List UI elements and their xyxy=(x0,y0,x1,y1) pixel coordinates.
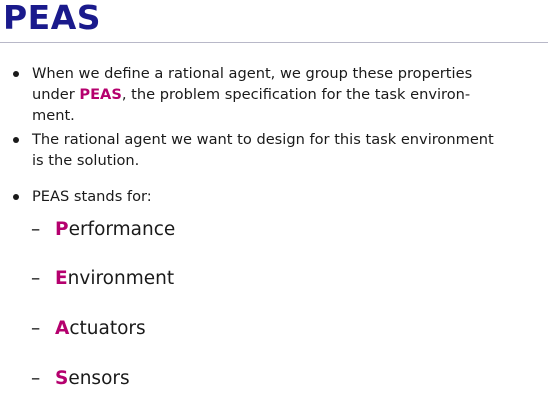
bullet-text: When we define a rational agent, we grou… xyxy=(32,63,538,126)
bullet-line: is the solution. xyxy=(32,152,140,169)
sub-item-sensors: – Sensors xyxy=(31,367,130,391)
bullet-dot-icon xyxy=(13,71,19,77)
sub-item-performance: – Performance xyxy=(31,218,175,242)
sub-item-rest: ctuators xyxy=(69,318,146,339)
peas-keyword: PEAS xyxy=(79,86,122,103)
bullet-text-fragment: , the problem specification for the task… xyxy=(121,86,471,103)
slide-title: PEAS xyxy=(3,0,102,37)
bullet-line: ment. xyxy=(32,107,75,124)
sub-item-initial: E xyxy=(55,268,68,289)
bullet-dot-icon xyxy=(13,194,19,200)
sub-item-initial: P xyxy=(55,219,69,240)
title-divider xyxy=(0,42,548,43)
bullet-dot-icon xyxy=(13,137,19,143)
dash-icon: – xyxy=(31,318,41,339)
bullet-line: under PEAS, the problem specification fo… xyxy=(32,84,538,105)
sub-item-actuators: – Actuators xyxy=(31,317,146,341)
dash-icon: – xyxy=(31,219,41,240)
dash-icon: – xyxy=(31,268,41,289)
bullet-line: The rational agent we want to design for… xyxy=(32,131,494,148)
sub-item-initial: A xyxy=(55,318,70,339)
bullet-line: PEAS stands for: xyxy=(32,188,152,205)
bullet-text-fragment: under xyxy=(32,86,80,103)
sub-item-rest: ensors xyxy=(68,368,130,389)
bullet-text: PEAS stands for: xyxy=(32,186,538,207)
sub-item-rest: erformance xyxy=(68,219,176,240)
dash-icon: – xyxy=(31,368,41,389)
bullet-text: The rational agent we want to design for… xyxy=(32,129,538,171)
sub-item-initial: S xyxy=(55,368,69,389)
sub-item-rest: nvironment xyxy=(67,268,175,289)
slide: PEAS When we define a rational agent, we… xyxy=(0,0,548,403)
bullet-line: When we define a rational agent, we grou… xyxy=(32,65,473,82)
sub-item-environment: – Environment xyxy=(31,267,174,291)
